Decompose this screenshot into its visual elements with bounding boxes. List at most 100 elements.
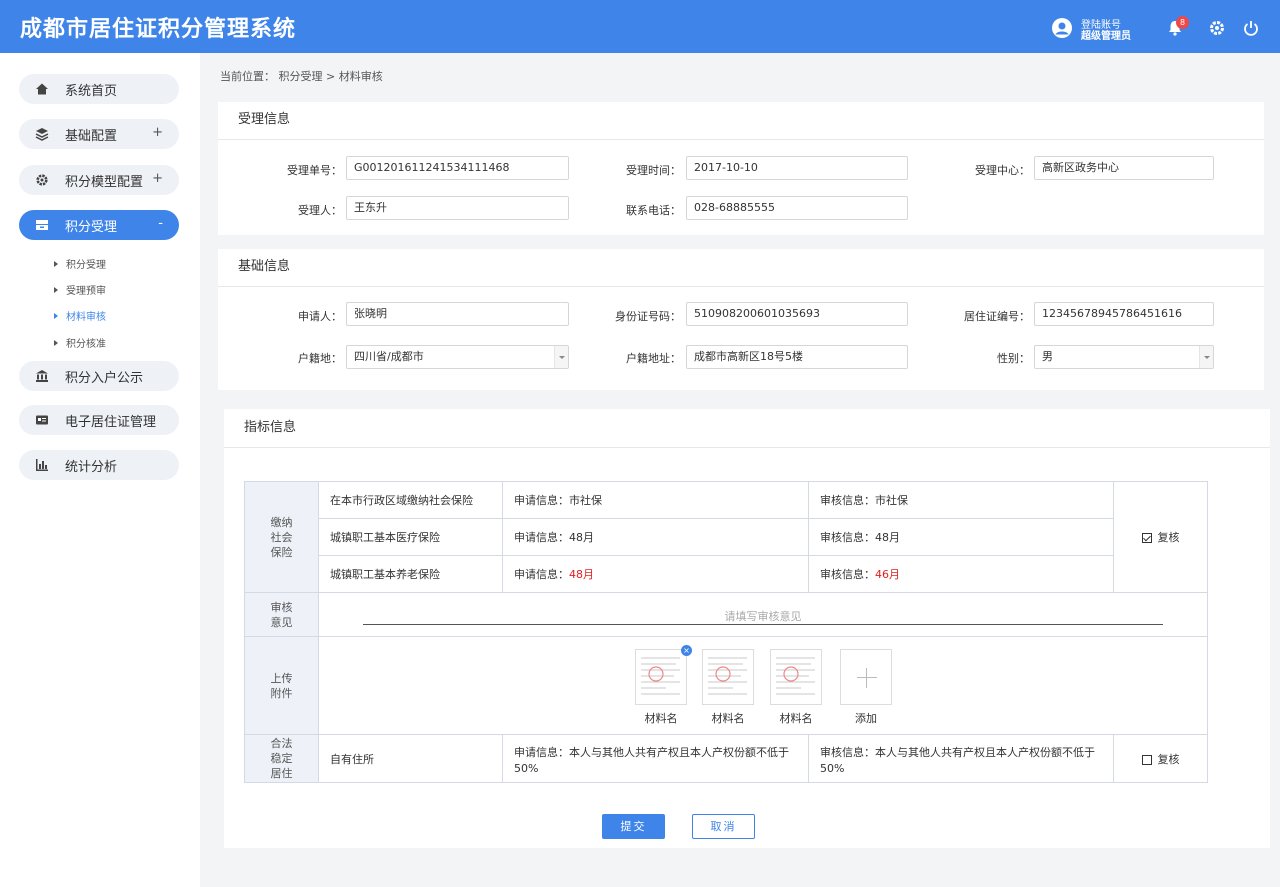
id-number-field[interactable]: 510908200601035693 xyxy=(686,302,908,326)
acceptance-center-field[interactable]: 高新区政务中心 xyxy=(1034,156,1214,180)
table-row: 城镇职工基本医疗保险 申请信息：48月 审核信息：48月 xyxy=(245,518,1208,556)
select-value: 男 xyxy=(1042,350,1053,363)
bank-icon xyxy=(35,369,49,383)
breadcrumb: 当前位置： 积分受理 > 材料审核 xyxy=(220,70,383,83)
review-cell: 审核信息：本人与其他人共有产权且本人产权份额不低于50% xyxy=(808,734,1114,783)
power-icon[interactable] xyxy=(1242,19,1260,37)
sidebar-item-label: 基础配置 xyxy=(65,128,118,144)
attachment-name: 材料名 xyxy=(779,712,813,725)
sidebar-subitem-material-review[interactable]: 材料审核 xyxy=(54,308,106,323)
sidebar-subitem-pre-review[interactable]: 受理预审 xyxy=(54,282,106,297)
checkbox-unchecked-icon[interactable] xyxy=(1141,754,1152,765)
table-row: 城镇职工基本养老保险 申请信息：48月 审核信息：46月 xyxy=(245,555,1208,593)
review-opinion-input[interactable]: 请填写审核意见 xyxy=(363,608,1163,625)
sidebar-subitem-acceptance[interactable]: 积分受理 xyxy=(54,256,106,271)
chevron-down-icon xyxy=(1199,346,1213,368)
sidebar-item-label: 积分入户公示 xyxy=(65,370,144,386)
acceptance-person-field[interactable]: 王东升 xyxy=(346,196,569,220)
section-title: 受理信息 xyxy=(218,102,1264,140)
sidebar-item-home[interactable]: 系统首页 xyxy=(19,74,179,104)
section-title: 基础信息 xyxy=(218,249,1264,287)
sidebar-item-label: 积分受理 xyxy=(65,219,118,235)
hukou-address-field[interactable]: 成都市高新区18号5楼 xyxy=(686,345,908,369)
field-label: 户籍地： xyxy=(298,352,342,365)
remove-attachment-icon[interactable]: × xyxy=(681,645,692,656)
phone-field[interactable]: 028-68885555 xyxy=(686,196,908,220)
field-label: 受理单号： xyxy=(287,164,342,177)
apply-cell: 申请信息：市社保 xyxy=(502,481,809,519)
app-title: 成都市居住证积分管理系统 xyxy=(20,17,297,42)
acceptance-time-field[interactable]: 2017-10-10 xyxy=(686,156,908,180)
sidebar-item-model-config[interactable]: 积分模型配置 + xyxy=(19,165,179,195)
indicator-table: 缴纳 社会 保险 在本市行政区域缴纳社会保险 申请信息：市社保 审核信息：市社保 复… xyxy=(244,481,1208,783)
acceptance-number-field[interactable]: G0012016112415341114​68 xyxy=(346,156,569,180)
item-cell: 自有住所 xyxy=(318,734,503,783)
apply-cell: 申请信息：48月 xyxy=(502,518,809,556)
category-cell: 缴纳 社会 保险 xyxy=(244,481,319,593)
submit-button[interactable]: 提交 xyxy=(602,814,665,839)
expand-toggle[interactable]: + xyxy=(152,125,163,140)
add-attachment-button[interactable] xyxy=(840,649,892,705)
field-label: 受理中心： xyxy=(975,164,1030,177)
field-label: 户籍地址： xyxy=(626,352,681,365)
attachment-thumbnail[interactable] xyxy=(702,649,754,705)
hukou-select[interactable]: 四川省/成都市 xyxy=(346,345,569,369)
notification-badge: 8 xyxy=(1176,16,1189,29)
field-label: 受理时间： xyxy=(626,164,681,177)
attachment-thumbnail[interactable] xyxy=(770,649,822,705)
sidebar-item-e-permit[interactable]: 电子居住证管理 xyxy=(19,405,179,435)
residence-permit-field[interactable]: 12345678945786451616 xyxy=(1034,302,1214,326)
table-row: 合法 稳定 居住 自有住所 申请信息：本人与其他人共有产权且本人产权份额不低于50%… xyxy=(244,734,1208,783)
sidebar-item-publicity[interactable]: 积分入户公示 xyxy=(19,361,179,391)
settings-gear-icon[interactable] xyxy=(1208,19,1226,37)
account-role: 超级管理员 xyxy=(1081,31,1131,42)
select-value: 四川省/成都市 xyxy=(354,350,424,363)
account-menu[interactable]: 登陆账号 超级管理员 xyxy=(1052,16,1152,42)
sidebar-subitem-approval[interactable]: 积分核准 xyxy=(54,335,106,350)
item-cell: 城镇职工基本养老保险 xyxy=(318,555,503,593)
sidebar-item-label: 系统首页 xyxy=(65,83,118,99)
field-label: 身份证号码： xyxy=(615,310,681,323)
checkbox-checked-icon[interactable] xyxy=(1141,533,1152,543)
sidebar-item-statistics[interactable]: 统计分析 xyxy=(19,450,179,480)
sidebar-item-label: 电子居住证管理 xyxy=(65,414,157,430)
cancel-button[interactable]: 取消 xyxy=(692,814,755,839)
sidebar-item-points-acceptance[interactable]: 积分受理 - xyxy=(19,210,179,240)
sidebar-item-basic-config[interactable]: 基础配置 + xyxy=(19,119,179,149)
field-label: 居住证编号： xyxy=(964,310,1030,323)
gear-icon xyxy=(35,173,49,187)
field-label: 受理人： xyxy=(298,204,342,217)
expand-toggle[interactable]: + xyxy=(152,171,163,186)
field-label: 申请人： xyxy=(298,310,342,323)
category-cell: 审核 意见 xyxy=(244,592,319,637)
apply-cell: 申请信息：本人与其他人共有产权且本人产权份额不低于50% xyxy=(502,734,809,783)
gender-select[interactable]: 男 xyxy=(1034,345,1214,369)
bar-chart-icon xyxy=(35,458,49,472)
applicant-field[interactable]: 张晓明 xyxy=(346,302,569,326)
category-cell: 上传 附件 xyxy=(244,636,319,735)
review-cell: 审核信息：48月 xyxy=(808,518,1114,556)
recheck-cell[interactable]: 复核 xyxy=(1113,734,1208,783)
field-label: 性别： xyxy=(997,352,1030,365)
home-icon xyxy=(35,82,49,96)
top-bar: 成都市居住证积分管理系统 登陆账号 超级管理员 8 xyxy=(0,0,1280,53)
user-avatar-icon xyxy=(1052,18,1072,38)
sidebar-item-label: 统计分析 xyxy=(65,459,118,475)
collapse-toggle[interactable]: - xyxy=(158,216,163,231)
review-cell: 审核信息：市社保 xyxy=(808,481,1114,519)
category-cell: 合法 稳定 居住 xyxy=(244,734,319,783)
table-row: 缴纳 社会 保险 在本市行政区域缴纳社会保险 申请信息：市社保 审核信息：市社保 复… xyxy=(244,481,1208,593)
sidebar-item-label: 积分模型配置 xyxy=(65,174,144,190)
review-cell: 审核信息：46月 xyxy=(808,555,1114,593)
inbox-icon xyxy=(35,218,49,232)
apply-cell: 申请信息：48月 xyxy=(502,555,809,593)
attachment-thumbnail[interactable] xyxy=(635,649,687,705)
recheck-cell[interactable]: 复核 xyxy=(1113,481,1208,593)
attachment-name: 材料名 xyxy=(711,712,745,725)
id-card-icon xyxy=(35,413,49,427)
item-cell: 在本市行政区域缴纳社会保险 xyxy=(318,481,503,519)
field-label: 联系电话： xyxy=(626,204,681,217)
recheck-label: 复核 xyxy=(1157,531,1180,544)
recheck-label: 复核 xyxy=(1157,752,1180,766)
upload-cell xyxy=(318,636,1208,735)
